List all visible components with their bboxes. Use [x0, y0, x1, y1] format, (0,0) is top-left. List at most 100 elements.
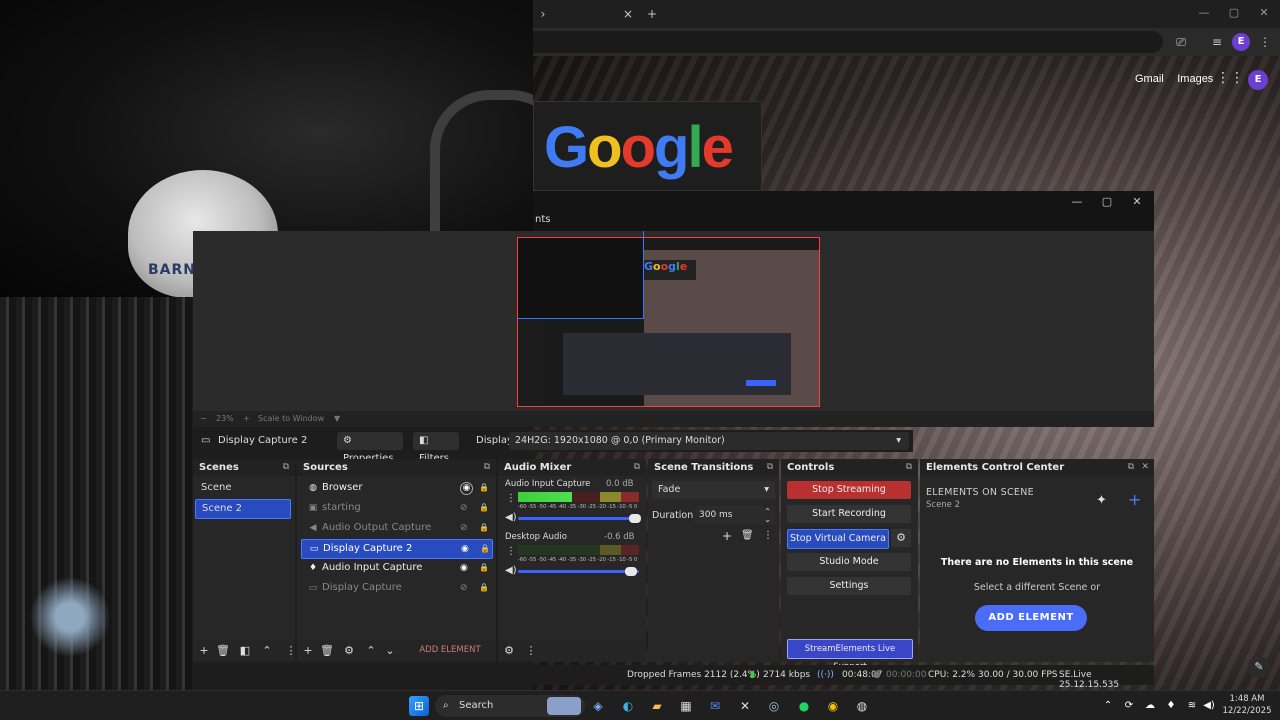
settings-button[interactable]: Settings — [787, 577, 911, 595]
source-item-audio-input[interactable]: ♦ Audio Input Capture ◉ 🔒 — [301, 559, 491, 577]
source-item-display-capture[interactable]: ▭ Display Capture ⊘ 🔒 — [301, 579, 491, 597]
move-up-icon[interactable]: ⌃ — [260, 644, 274, 657]
cast-icon[interactable]: ⎚ — [1171, 32, 1191, 52]
taskbar-search[interactable]: ⌕ Search — [435, 695, 585, 717]
scene-filters-icon[interactable]: ◧ — [238, 644, 252, 657]
hidden-eye-icon[interactable]: ⊘ — [460, 499, 468, 517]
address-bar[interactable] — [533, 31, 1163, 53]
images-link[interactable]: Images — [1177, 73, 1213, 85]
lock-icon[interactable]: 🔒 — [480, 540, 490, 558]
undock-icon[interactable]: ⧉ — [634, 459, 640, 476]
steam-icon[interactable]: ◎ — [764, 696, 784, 716]
add-element-link[interactable]: ADD ELEMENT — [417, 645, 483, 655]
spin-down-icon[interactable]: ⌄ — [764, 511, 771, 529]
xbox-icon[interactable]: ✕ — [735, 696, 755, 716]
speaker-icon[interactable]: ◀) — [505, 565, 517, 576]
volume-slider-input[interactable] — [518, 514, 641, 523]
obs-icon[interactable]: ◍ — [852, 696, 872, 716]
add-scene-icon[interactable]: + — [197, 644, 211, 657]
volume-icon[interactable]: ◀) — [1199, 696, 1219, 716]
more-icon[interactable]: ⋮ — [284, 644, 298, 657]
taskbar-clock[interactable]: 1:48 AM 12/22/2025 — [1222, 693, 1272, 717]
gmail-link[interactable]: Gmail — [1135, 73, 1164, 85]
remove-source-icon[interactable]: 🗑 — [320, 644, 334, 657]
tab-fragment[interactable]: › — [533, 4, 553, 24]
windows-start-icon[interactable]: ⊞ — [409, 696, 429, 716]
stop-virtual-camera-button[interactable]: Stop Virtual Camera — [787, 529, 889, 549]
add-transition-icon[interactable]: + — [722, 529, 732, 543]
tray-cloud-icon[interactable]: ☁ — [1140, 696, 1160, 716]
spotify-icon[interactable]: ● — [794, 696, 814, 716]
lock-icon[interactable]: 🔒 — [479, 499, 489, 517]
properties-button[interactable]: ⚙ Properties — [337, 432, 403, 464]
file-explorer-icon[interactable]: ▰ — [647, 696, 667, 716]
queue-icon[interactable]: ≡ — [1207, 32, 1227, 52]
scene-item-scene-2[interactable]: Scene 2 — [195, 499, 291, 519]
chrome-icon[interactable]: ◉ — [823, 696, 843, 716]
move-down-icon[interactable]: ⌄ — [383, 644, 397, 657]
lock-icon[interactable]: 🔒 — [479, 579, 489, 597]
source-item-display-capture-2[interactable]: ▭ Display Capture 2 ◉ 🔒 — [301, 539, 493, 559]
source-properties-icon[interactable]: ⚙ — [342, 644, 356, 657]
edge-icon[interactable]: ◐ — [618, 696, 638, 716]
undock-icon[interactable]: ⧉ — [906, 459, 912, 476]
add-source-icon[interactable]: + — [301, 644, 315, 657]
stop-streaming-button[interactable]: Stop Streaming — [787, 481, 911, 499]
sparkle-icon[interactable]: ✦ — [1096, 493, 1107, 508]
streamelements-support-button[interactable]: StreamElements Live Support — [787, 639, 913, 672]
source-item-starting[interactable]: ▣ starting ⊘ 🔒 — [301, 499, 491, 517]
move-up-icon[interactable]: ⌃ — [364, 644, 378, 657]
display-select[interactable]: 24H2G: 1920x1080 @ 0,0 (Primary Monitor)… — [509, 432, 909, 450]
zoom-out-icon[interactable]: − — [200, 414, 207, 423]
slider-knob[interactable] — [625, 567, 637, 576]
google-account-avatar[interactable]: E — [1248, 70, 1268, 90]
zoom-in-icon[interactable]: + — [243, 414, 250, 423]
speaker-icon[interactable]: ◀) — [505, 512, 517, 523]
new-tab-button[interactable]: + — [642, 4, 662, 24]
undock-icon[interactable]: ⧉ — [484, 459, 490, 476]
slider-knob[interactable] — [629, 514, 641, 523]
chevron-up-icon[interactable]: ⌃ — [1098, 696, 1118, 716]
apps-grid-icon[interactable]: ⋮⋮ — [1216, 70, 1244, 86]
undock-icon[interactable]: ⧉ — [1128, 459, 1134, 476]
hidden-eye-icon[interactable]: ⊘ — [460, 579, 468, 597]
undock-icon[interactable]: ⧉ — [767, 459, 773, 476]
remove-scene-icon[interactable]: 🗑 — [216, 644, 230, 657]
volume-slider-desktop[interactable] — [518, 567, 639, 576]
undock-icon[interactable]: ⧉ — [283, 459, 289, 476]
lock-icon[interactable]: 🔒 — [479, 479, 489, 497]
store-icon[interactable]: ▦ — [676, 696, 696, 716]
channel-menu-icon[interactable]: ⋮ — [506, 493, 516, 504]
zoom-dropdown-icon[interactable]: ▼ — [334, 414, 340, 423]
menu-icon[interactable]: ⋮ — [1255, 32, 1275, 52]
outlook-icon[interactable]: ✉ — [705, 696, 725, 716]
mixer-settings-icon[interactable]: ⚙ — [502, 644, 516, 657]
pen-icon[interactable]: ✎ — [1248, 656, 1270, 678]
more-icon[interactable]: ⋮ — [524, 644, 538, 657]
close-icon[interactable]: ✕ — [1141, 459, 1149, 476]
studio-mode-button[interactable]: Studio Mode — [787, 553, 911, 571]
lock-icon[interactable]: 🔒 — [479, 519, 489, 537]
visibility-eye-icon[interactable]: ◉ — [460, 482, 473, 495]
maximize-icon[interactable]: ▢ — [1221, 6, 1247, 19]
source-item-browser[interactable]: ◍ Browser ◉ 🔒 — [301, 479, 491, 497]
obs-maximize-icon[interactable]: ▢ — [1094, 195, 1120, 208]
virtual-camera-settings-icon[interactable]: ⚙ — [891, 529, 911, 547]
lock-icon[interactable]: 🔒 — [479, 559, 489, 577]
google-doodle[interactable]: Google — [533, 101, 762, 191]
visibility-eye-icon[interactable]: ◉ — [461, 540, 469, 558]
copilot-icon[interactable]: ◈ — [588, 696, 608, 716]
preview-canvas[interactable]: Google — [517, 237, 820, 407]
visibility-eye-icon[interactable]: ◉ — [460, 559, 468, 577]
add-icon[interactable]: + — [1128, 490, 1141, 509]
duration-spinbox[interactable]: 300 ms ⌃ ⌄ — [695, 506, 775, 524]
zoom-mode[interactable]: Scale to Window — [258, 414, 324, 423]
obs-minimize-icon[interactable]: — — [1064, 195, 1090, 208]
hidden-eye-icon[interactable]: ⊘ — [460, 519, 468, 537]
channel-menu-icon[interactable]: ⋮ — [506, 546, 516, 557]
minimize-icon[interactable]: — — [1191, 6, 1217, 19]
transition-select[interactable]: Fade ▾ — [652, 481, 775, 499]
more-icon[interactable]: ⋮ — [763, 530, 773, 541]
scene-item-scene[interactable]: Scene — [195, 479, 291, 497]
filters-button[interactable]: ◧ Filters — [413, 432, 459, 464]
